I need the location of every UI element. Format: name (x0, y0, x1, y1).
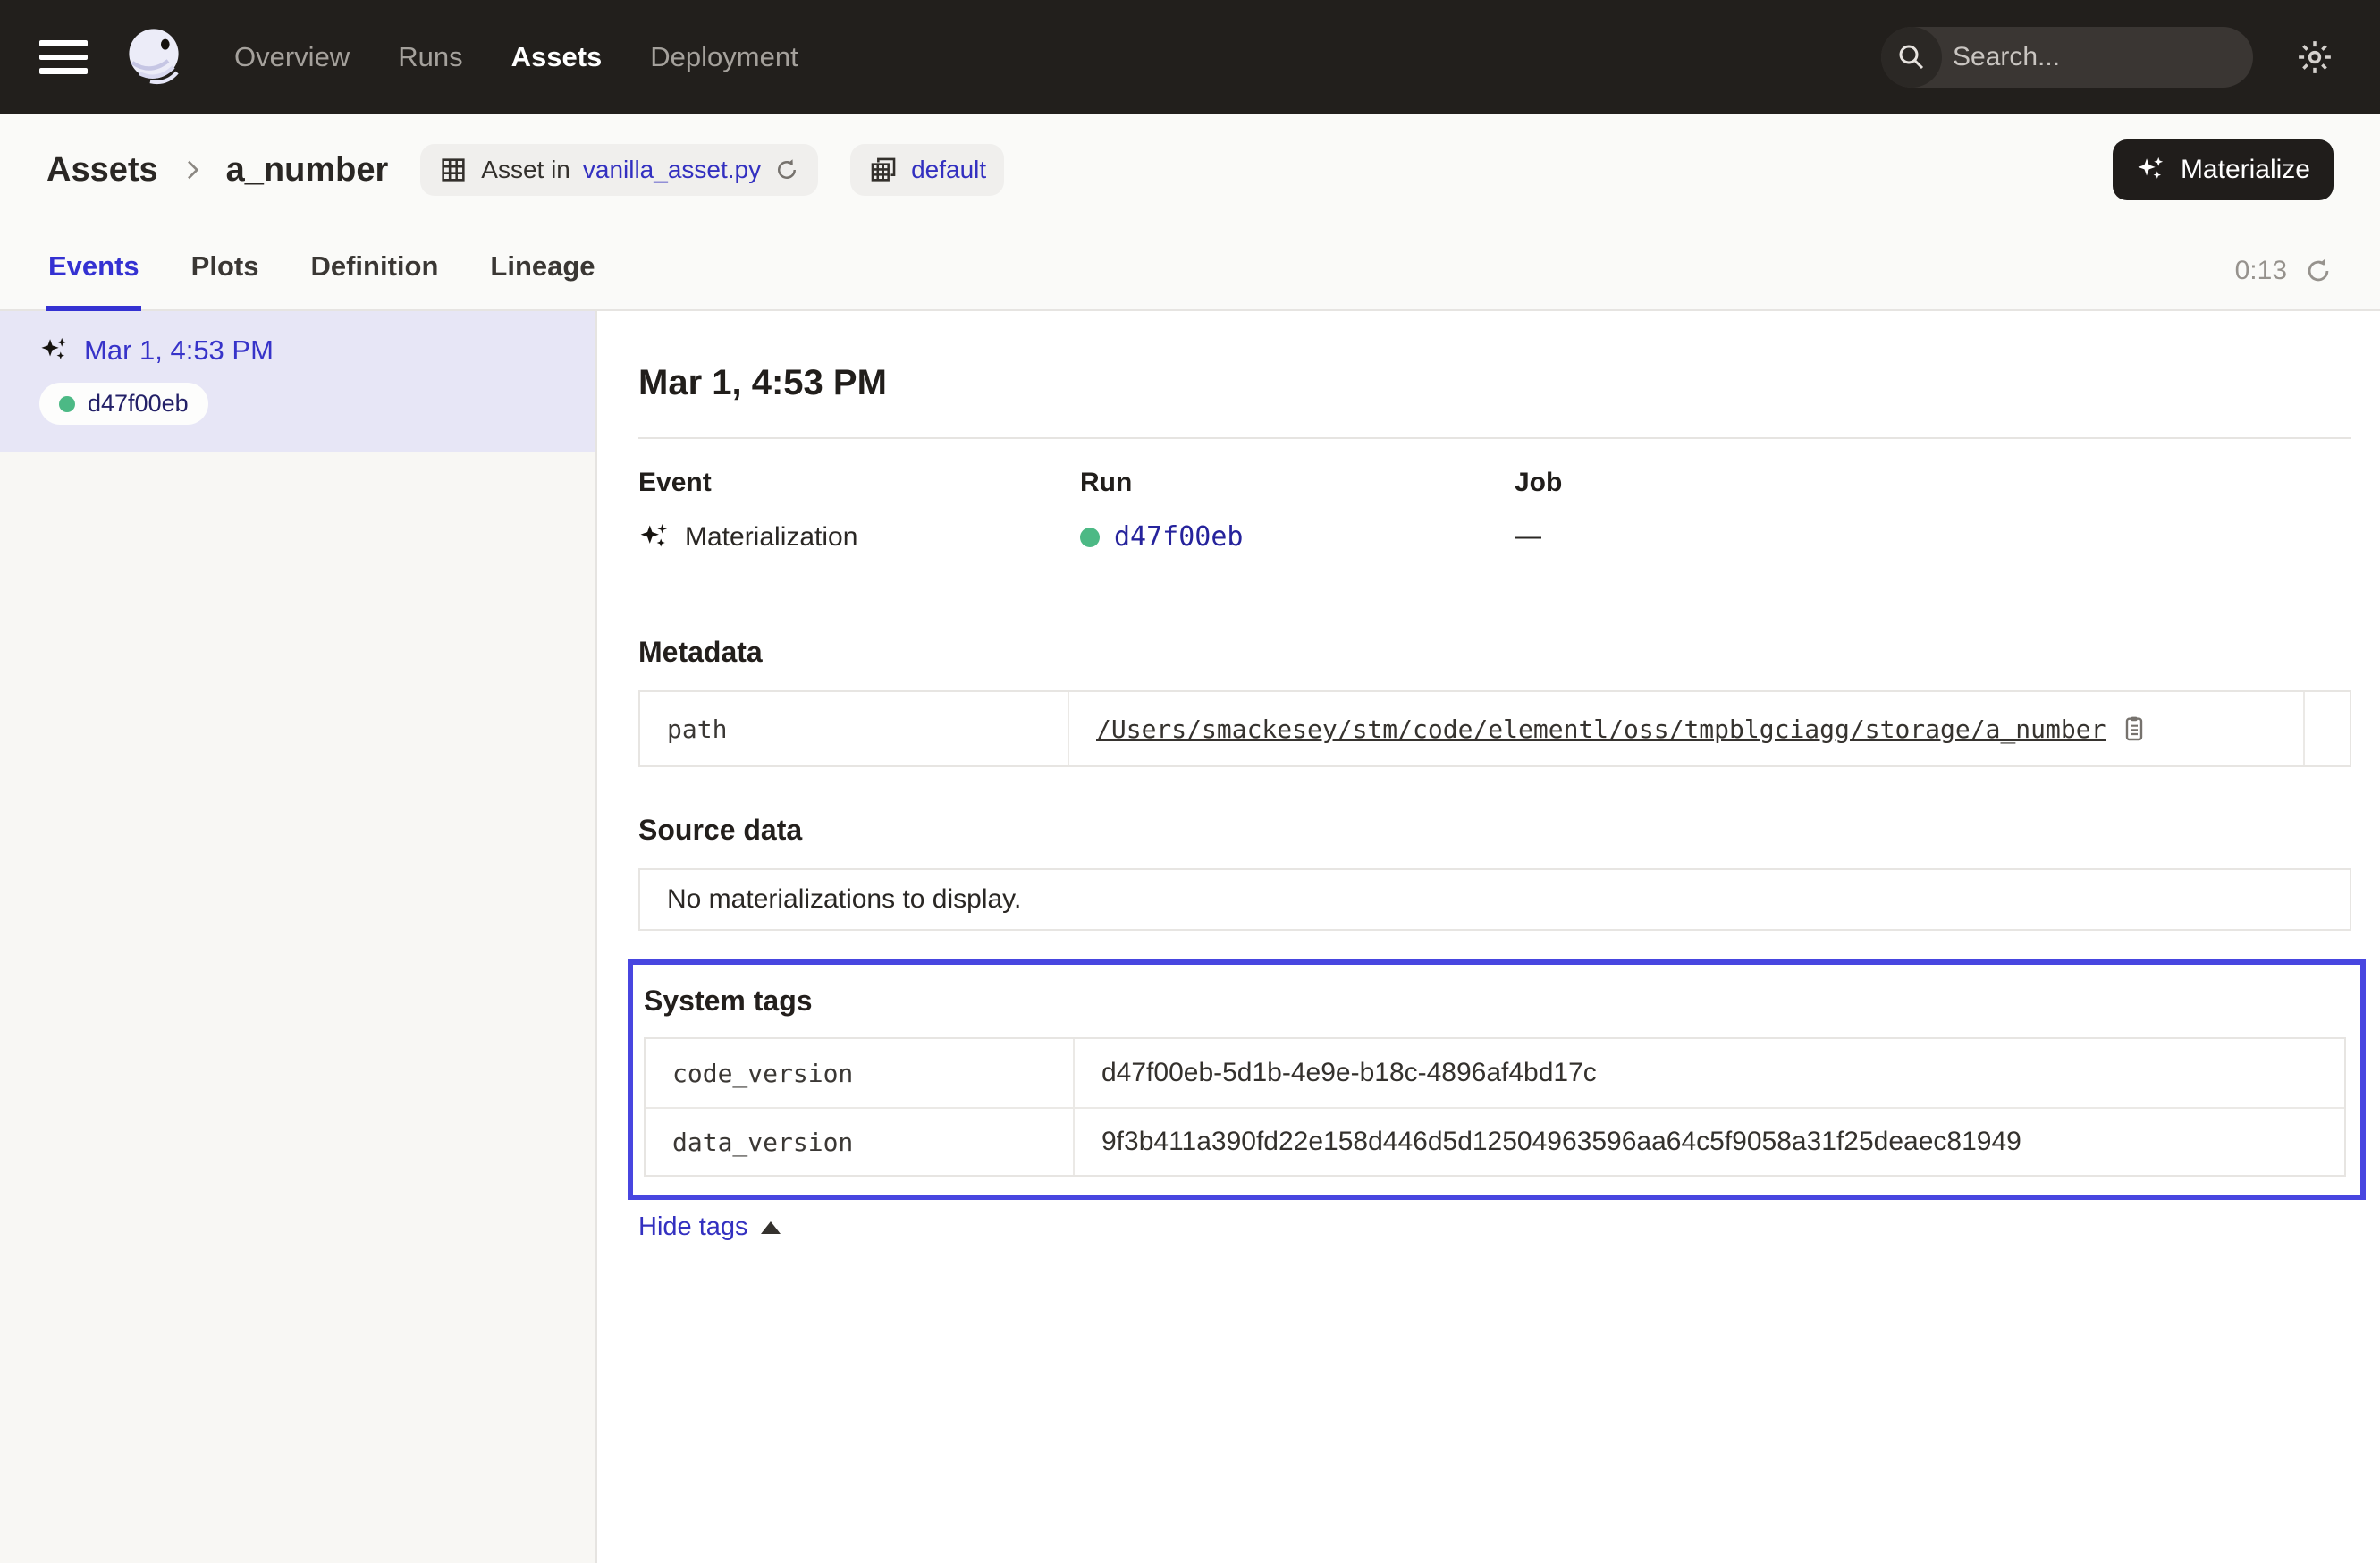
hide-tags-link[interactable]: Hide tags (638, 1212, 781, 1242)
table-row: code_version d47f00eb-5d1b-4e9e-b18c-489… (646, 1039, 2344, 1107)
collapse-caret-icon (761, 1221, 781, 1234)
run-column-header: Run (1080, 468, 1515, 498)
nav-item-runs[interactable]: Runs (398, 41, 462, 73)
repo-grid-icon (868, 155, 899, 185)
metadata-key: path (640, 692, 1069, 765)
job-column-header: Job (1515, 468, 2351, 498)
run-id-link[interactable]: d47f00eb (1114, 521, 1244, 553)
page-title: a_number (226, 151, 389, 190)
tab-events[interactable]: Events (46, 250, 141, 311)
reload-icon[interactable] (773, 156, 800, 183)
run-status-dot-icon (1080, 528, 1100, 547)
settings-gear-icon[interactable] (2296, 38, 2334, 76)
event-detail-title: Mar 1, 4:53 PM (638, 363, 2351, 403)
metadata-table: path /Users/smackesey/stm/code/elementl/… (638, 690, 2351, 767)
run-id-text: d47f00eb (88, 390, 189, 418)
refresh-countdown: 0:13 (2235, 256, 2287, 286)
nav-links: Overview Runs Assets Deployment (234, 41, 798, 73)
row-actions-cell (2303, 692, 2350, 765)
event-summary-grid: Event Materialization Run d47f00eb Job — (638, 468, 2351, 553)
event-timestamp-link[interactable]: Mar 1, 4:53 PM (84, 334, 274, 367)
asset-definition-badge: Asset in vanilla_asset.py (420, 144, 818, 196)
materialize-button[interactable]: Materialize (2113, 139, 2334, 200)
materialize-label: Materialize (2181, 155, 2310, 185)
tag-key: data_version (646, 1109, 1075, 1175)
top-nav: Overview Runs Assets Deployment / (0, 0, 2380, 114)
group-link[interactable]: default (911, 156, 986, 184)
tag-value: d47f00eb-5d1b-4e9e-b18c-4896af4bd17c (1075, 1058, 2344, 1088)
metadata-section: Metadata path /Users/smackesey/stm/code/… (638, 636, 2351, 767)
system-tags-heading: System tags (644, 984, 2346, 1018)
asset-badge-text: Asset in (481, 156, 570, 184)
run-id-pill[interactable]: d47f00eb (39, 383, 208, 425)
event-column-header: Event (638, 468, 1080, 498)
page-header: Assets a_number Asset in vanilla_asset.p… (0, 114, 2380, 311)
table-row: data_version 9f3b411a390fd22e158d446d5d1… (646, 1107, 2344, 1175)
job-value: — (1515, 521, 2351, 552)
materialization-sparkle-icon (638, 521, 671, 553)
refresh-icon[interactable] (2303, 256, 2334, 286)
nav-item-deployment[interactable]: Deployment (650, 41, 798, 73)
events-sidebar: Mar 1, 4:53 PM d47f00eb (0, 311, 597, 1563)
nav-item-assets[interactable]: Assets (511, 41, 603, 73)
copy-icon[interactable] (2120, 714, 2148, 743)
source-data-section: Source data No materializations to displ… (638, 814, 2351, 931)
sparkle-icon (2136, 155, 2166, 185)
breadcrumb: Assets a_number Asset in vanilla_asset.p… (0, 114, 2380, 225)
tab-plots[interactable]: Plots (190, 250, 261, 311)
run-status-dot-icon (59, 396, 75, 412)
asset-group-badge[interactable]: default (850, 144, 1004, 196)
dagster-logo-icon[interactable] (123, 25, 188, 89)
search-icon (1881, 27, 1942, 88)
system-tags-table: code_version d47f00eb-5d1b-4e9e-b18c-489… (644, 1037, 2346, 1177)
table-row: path /Users/smackesey/stm/code/elementl/… (640, 692, 2350, 765)
tab-lineage[interactable]: Lineage (488, 250, 596, 311)
breadcrumb-assets-link[interactable]: Assets (46, 151, 158, 190)
metadata-path-link[interactable]: /Users/smackesey/stm/code/elementl/oss/t… (1096, 714, 2106, 744)
metadata-heading: Metadata (638, 636, 2351, 669)
chevron-right-icon (178, 156, 207, 184)
event-type-value: Materialization (638, 521, 1080, 553)
menu-icon[interactable] (39, 40, 88, 74)
dagster-app: Overview Runs Assets Deployment / (0, 0, 2380, 1563)
source-data-empty-message: No materializations to display. (638, 868, 2351, 931)
run-value: d47f00eb (1080, 521, 1515, 553)
search-box[interactable]: / (1881, 27, 2253, 88)
materialization-sparkle-icon (39, 335, 70, 366)
table-grid-icon (438, 155, 468, 185)
system-tags-section-highlighted: System tags code_version d47f00eb-5d1b-4… (628, 959, 2366, 1200)
tab-bar: Events Plots Definition Lineage 0:13 (0, 225, 2380, 309)
content-area: Mar 1, 4:53 PM d47f00eb Mar 1, 4:53 PM E… (0, 311, 2380, 1563)
tag-key: code_version (646, 1039, 1075, 1107)
source-data-heading: Source data (638, 814, 2351, 847)
tab-definition[interactable]: Definition (308, 250, 440, 311)
tag-value: 9f3b411a390fd22e158d446d5d12504963596aa6… (1075, 1127, 2344, 1157)
asset-file-link[interactable]: vanilla_asset.py (583, 156, 761, 184)
event-list-item-selected[interactable]: Mar 1, 4:53 PM d47f00eb (0, 311, 595, 452)
divider (638, 437, 2351, 439)
search-input[interactable] (1942, 42, 2253, 72)
nav-item-overview[interactable]: Overview (234, 41, 350, 73)
event-detail-panel: Mar 1, 4:53 PM Event Materialization Run… (597, 311, 2380, 1563)
